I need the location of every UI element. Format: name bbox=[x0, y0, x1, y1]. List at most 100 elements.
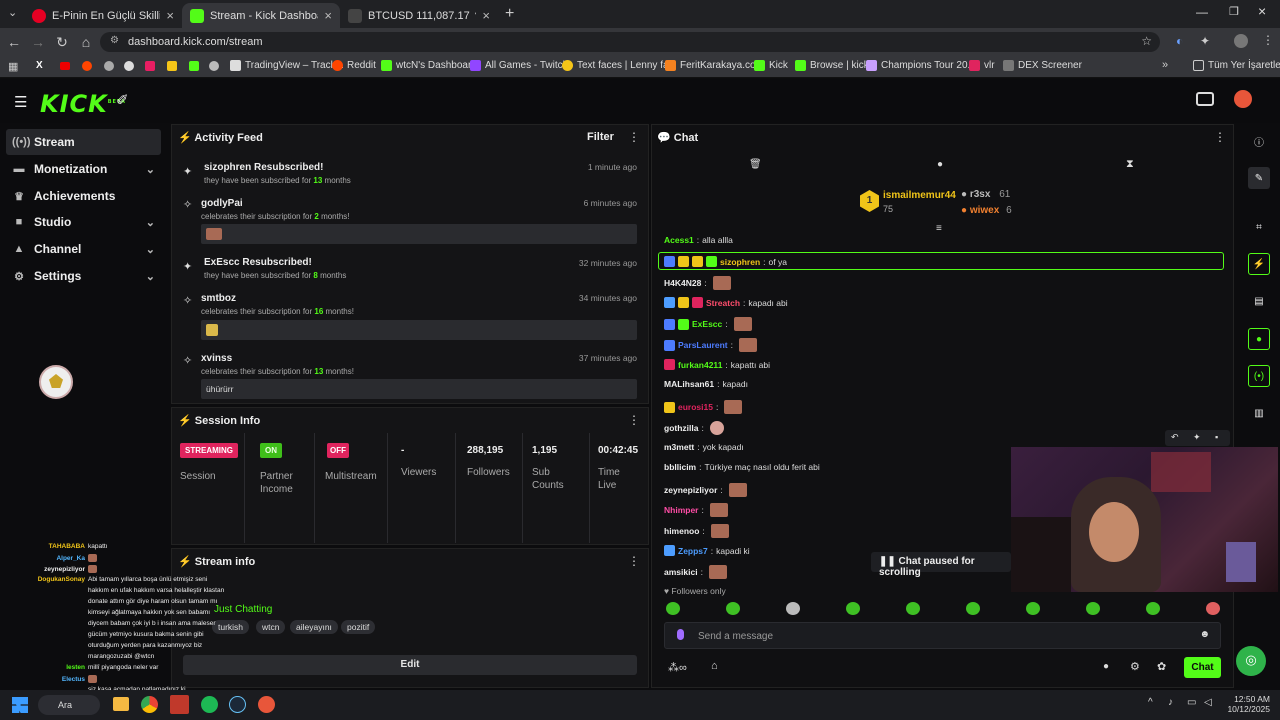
chat-message[interactable]: ParsLaurent: bbox=[664, 338, 757, 352]
bookmark-icon[interactable] bbox=[145, 61, 155, 71]
collapse-leaderboard-icon[interactable]: ≡ bbox=[936, 223, 942, 234]
focus-icon[interactable]: ⌗ bbox=[1248, 216, 1270, 238]
close-tab-icon[interactable]: × bbox=[166, 8, 174, 23]
more-bookmarks-icon[interactable]: » bbox=[1162, 59, 1168, 71]
chat-message[interactable]: himenoo: bbox=[664, 524, 729, 538]
activity-menu-icon[interactable]: ⋮ bbox=[628, 130, 640, 144]
emote-picker-icon[interactable]: ⁂∞ bbox=[668, 661, 687, 674]
bookmark-reddit[interactable]: Reddit bbox=[332, 60, 376, 71]
chat-username[interactable]: gothzilla bbox=[664, 423, 698, 433]
chat-message[interactable]: zeynepizliyor: bbox=[664, 483, 747, 497]
tab-search-icon[interactable]: ⌄ bbox=[8, 6, 17, 19]
chat-paused-banner[interactable]: ❚❚ Chat paused for scrolling bbox=[871, 552, 1011, 578]
sidebar-item-stream[interactable]: ((•)) Stream bbox=[6, 129, 161, 155]
maximize-button[interactable]: ❐ bbox=[1229, 5, 1239, 18]
bookmark-vlr[interactable]: vlr bbox=[969, 60, 995, 71]
emote-icon[interactable] bbox=[846, 602, 860, 615]
emote-icon[interactable] bbox=[786, 602, 800, 615]
browser-tab-active[interactable]: Stream - Kick Dashboard × bbox=[182, 3, 340, 28]
chat-message[interactable]: gothzilla: bbox=[664, 421, 724, 435]
lightning-icon[interactable]: ⚡ bbox=[1248, 253, 1270, 275]
bookmark-dex-screener[interactable]: DEX Screener bbox=[1003, 60, 1082, 71]
chat-username[interactable]: MALihsan61 bbox=[664, 379, 714, 389]
taskbar-clock[interactable]: 12:50 AM 10/12/2025 bbox=[1222, 694, 1270, 714]
broadcast-icon[interactable]: (•) bbox=[1248, 365, 1270, 387]
extension-icon[interactable]: ◐ bbox=[1176, 34, 1183, 48]
help-button[interactable]: ◎ bbox=[1236, 646, 1266, 676]
youtube-icon[interactable] bbox=[60, 62, 70, 70]
chat-input[interactable]: Send a message ☻ bbox=[664, 622, 1221, 649]
chat-username[interactable]: himenoo bbox=[664, 526, 699, 536]
browser-menu-icon[interactable]: ⋮ bbox=[1262, 33, 1274, 47]
sidebar-item-monetization[interactable]: ▬ Monetization ⌄ bbox=[6, 156, 161, 182]
close-window-button[interactable]: × bbox=[1258, 3, 1266, 19]
edit-button[interactable]: Edit bbox=[183, 655, 637, 675]
chat-username[interactable]: amsikici bbox=[664, 567, 698, 577]
chat-message[interactable]: Nhimper: bbox=[664, 503, 728, 517]
app-icon[interactable] bbox=[258, 696, 275, 713]
network-icon[interactable]: ▭ bbox=[1187, 697, 1196, 708]
chat-message[interactable]: Acess1: alla allla bbox=[664, 235, 733, 245]
chat-message[interactable]: ExEscc: bbox=[664, 317, 752, 331]
browser-tab[interactable]: E-Pinin En Güçlü Skilli - Pindirin × bbox=[24, 3, 182, 28]
chat-username[interactable]: ExEscc bbox=[692, 319, 722, 329]
chat-username[interactable]: Streatch bbox=[706, 298, 740, 308]
chat-message[interactable]: furkan4211: kapattı abi bbox=[664, 359, 770, 370]
chat-message[interactable]: Zepps7: kapadi ki bbox=[664, 545, 750, 556]
site-info-icon[interactable]: ⚙ bbox=[110, 35, 119, 46]
hourglass-icon[interactable]: ⧗ bbox=[1126, 158, 1134, 171]
extensions-puzzle-icon[interactable]: ✦ bbox=[1200, 34, 1210, 48]
sidebar-item-channel[interactable]: ▲ Channel ⌄ bbox=[6, 236, 161, 262]
x-icon[interactable]: X bbox=[36, 60, 43, 71]
document-icon[interactable]: ▤ bbox=[1248, 290, 1270, 312]
microphone-icon[interactable] bbox=[677, 629, 684, 640]
shop-icon[interactable]: ⌂ bbox=[711, 660, 718, 672]
emote-icon[interactable] bbox=[726, 602, 740, 615]
chat-username[interactable]: bbllicim bbox=[664, 462, 696, 472]
trash-icon[interactable]: 🗑 bbox=[749, 159, 762, 170]
steam-icon[interactable] bbox=[229, 696, 246, 713]
user-avatar[interactable] bbox=[1234, 90, 1252, 108]
chat-message[interactable]: m3mett: yok kapadı bbox=[664, 442, 744, 452]
chat-menu-icon[interactable]: ⋮ bbox=[1214, 130, 1226, 144]
chat-username[interactable]: Acess1 bbox=[664, 235, 694, 245]
chat-message[interactable]: MALihsan61: kapadı bbox=[664, 379, 748, 389]
close-tab-icon[interactable]: × bbox=[482, 8, 490, 23]
reddit-small-icon[interactable] bbox=[82, 61, 92, 71]
chat-bubble-small-icon[interactable]: ● bbox=[1103, 661, 1109, 672]
chat-message[interactable]: amsikici: bbox=[664, 565, 727, 579]
apps-grid-icon[interactable]: ▦ bbox=[8, 60, 18, 73]
close-tab-icon[interactable]: × bbox=[324, 8, 332, 23]
minimize-button[interactable]: — bbox=[1196, 5, 1208, 19]
chat-message[interactable]: Streatch: kapadı abi bbox=[664, 297, 788, 308]
sidebar-item-achievements[interactable]: ♛ Achievements bbox=[6, 183, 161, 209]
chat-username[interactable]: furkan4211 bbox=[678, 360, 722, 370]
bookmark-kick[interactable]: Kick bbox=[754, 60, 788, 71]
chat-bubble-icon[interactable]: ● bbox=[937, 159, 943, 170]
emote-icon[interactable] bbox=[1026, 602, 1040, 615]
app-icon[interactable] bbox=[170, 695, 189, 714]
delete-icon[interactable]: ▪ bbox=[1215, 432, 1218, 442]
windows-start-icon[interactable] bbox=[12, 697, 28, 713]
bookmark-icon[interactable] bbox=[124, 61, 134, 71]
sidebar-item-settings[interactable]: ⚙ Settings ⌄ bbox=[6, 263, 161, 289]
chrome-icon[interactable] bbox=[141, 696, 158, 713]
chat-username[interactable]: Nhimper bbox=[664, 505, 698, 515]
emote-icon[interactable] bbox=[1206, 602, 1220, 615]
send-chat-button[interactable]: Chat bbox=[1184, 657, 1221, 678]
bookmark-icon[interactable] bbox=[104, 61, 114, 71]
new-tab-button[interactable]: + bbox=[505, 5, 514, 23]
chat-settings-icon[interactable]: ⚙ bbox=[1130, 660, 1140, 673]
bookmark-icon[interactable] bbox=[209, 61, 219, 71]
emote-icon[interactable] bbox=[966, 602, 980, 615]
gift-icon[interactable]: ✿ bbox=[1157, 660, 1166, 673]
pin-icon[interactable]: ✦ bbox=[1193, 432, 1201, 443]
microphone-tray-icon[interactable]: ♪ bbox=[1168, 697, 1173, 708]
stream-info-menu-icon[interactable]: ⋮ bbox=[628, 554, 640, 568]
forward-icon[interactable]: → bbox=[26, 34, 50, 50]
menu-hamburger-icon[interactable]: ☰ bbox=[14, 93, 27, 111]
volume-icon[interactable]: ◁ bbox=[1204, 697, 1212, 708]
kick-logo[interactable]: KICKBETA bbox=[40, 90, 126, 118]
chat-message[interactable]: H4K4N28: bbox=[664, 276, 731, 290]
bookmark-feritkarakaya[interactable]: FeritKarakaya.com bbox=[665, 60, 764, 71]
